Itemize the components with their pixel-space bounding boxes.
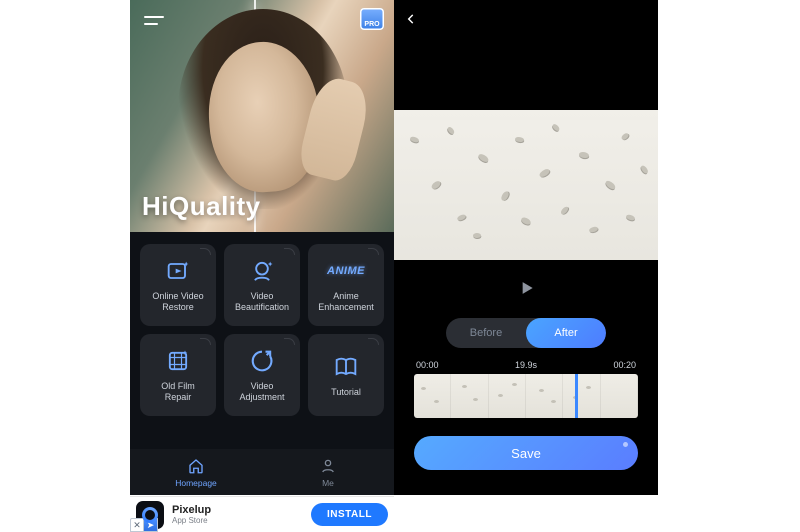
nav-homepage[interactable]: Homepage: [130, 449, 262, 495]
tile-video-adjustment[interactable]: Video Adjustment: [224, 334, 300, 416]
ad-banner[interactable]: ✕ ➤ Pixelup App Store INSTALL: [130, 496, 394, 532]
video-editor-screen: Before After 00:00 19.9s 00:20 Save: [394, 0, 658, 495]
save-button[interactable]: Save: [414, 436, 638, 470]
tile-label: Anime Enhancement: [318, 291, 374, 313]
nav-label: Homepage: [175, 478, 217, 488]
before-after-toggle[interactable]: Before After: [446, 318, 606, 348]
ad-subtitle: App Store: [172, 516, 211, 525]
timeline-current: 19.9s: [515, 360, 537, 370]
tile-old-film-repair[interactable]: Old Film Repair: [140, 334, 216, 416]
pro-badge[interactable]: PRO: [360, 8, 384, 30]
tile-label: Video Beautification: [235, 291, 289, 313]
sparkle-video-icon: [164, 257, 192, 285]
ad-title: Pixelup: [172, 504, 211, 516]
play-icon: [516, 278, 536, 298]
notification-dot-icon: [623, 442, 628, 447]
tile-label: Tutorial: [331, 387, 361, 398]
anime-icon: ANIME: [332, 257, 360, 285]
brand-logo: HiQuality: [142, 191, 261, 222]
timeline-end: 00:20: [613, 360, 636, 370]
tile-anime-enhancement[interactable]: ANIME Anime Enhancement: [308, 244, 384, 326]
person-icon: [319, 457, 337, 475]
bottom-nav: Homepage Me: [130, 449, 394, 495]
tile-label: Video Adjustment: [239, 381, 284, 403]
hamburger-menu-icon[interactable]: [144, 16, 166, 30]
timeline-labels: 00:00 19.9s 00:20: [394, 352, 658, 374]
video-preview[interactable]: [394, 110, 658, 260]
tile-label: Online Video Restore: [152, 291, 203, 313]
toggle-before[interactable]: Before: [446, 318, 526, 348]
face-beautify-icon: [248, 257, 276, 285]
play-button[interactable]: [394, 260, 658, 316]
playhead[interactable]: [575, 374, 578, 418]
home-icon: [187, 457, 205, 475]
ad-install-button[interactable]: INSTALL: [311, 503, 388, 526]
book-icon: [332, 353, 360, 381]
nav-me[interactable]: Me: [262, 449, 394, 495]
save-label: Save: [511, 446, 541, 461]
timeline[interactable]: [414, 374, 638, 418]
film-repair-icon: [164, 347, 192, 375]
toggle-after[interactable]: After: [526, 318, 606, 348]
adjust-icon: [248, 347, 276, 375]
ad-close-icon[interactable]: ✕: [130, 518, 144, 532]
brand-text: Quality: [169, 191, 261, 222]
feature-grid: Online Video Restore Video Beautificatio…: [130, 232, 394, 422]
back-button[interactable]: [404, 10, 418, 31]
nav-label: Me: [322, 478, 334, 488]
tile-online-video-restore[interactable]: Online Video Restore: [140, 244, 216, 326]
chevron-left-icon: [404, 12, 418, 26]
tile-label: Old Film Repair: [161, 381, 195, 403]
hero-image: PRO HiQuality: [130, 0, 394, 232]
timeline-start: 00:00: [416, 360, 439, 370]
hiquality-app-screen: PRO HiQuality Online Video Restore Video…: [130, 0, 394, 495]
tile-tutorial[interactable]: Tutorial: [308, 334, 384, 416]
tile-video-beautification[interactable]: Video Beautification: [224, 244, 300, 326]
